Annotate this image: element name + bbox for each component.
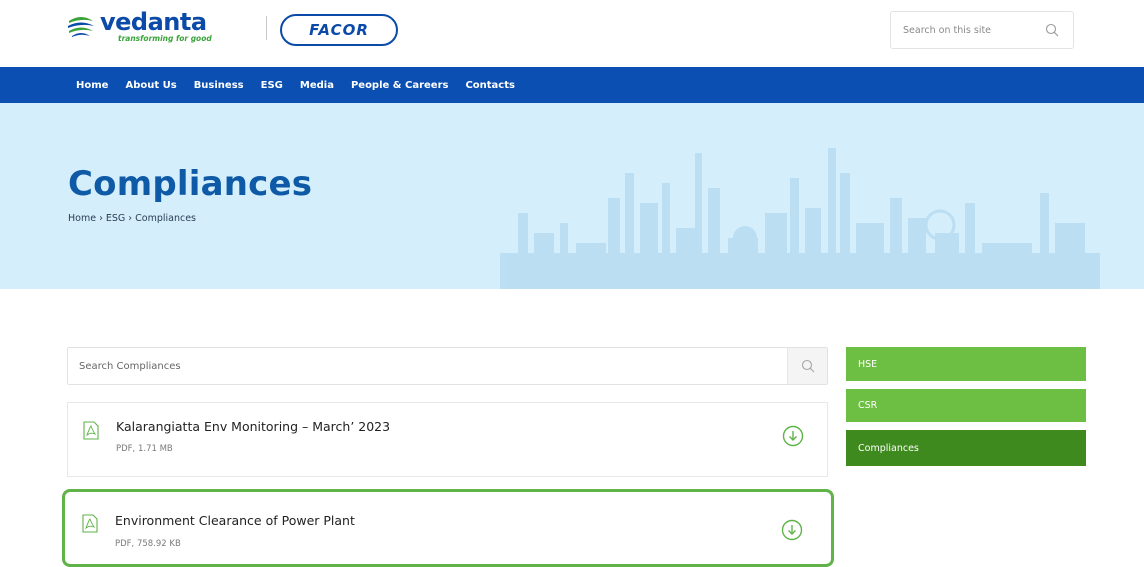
vedanta-leaf-icon [67, 12, 95, 41]
logo-divider [266, 16, 267, 40]
site-search-input[interactable] [903, 15, 1043, 45]
nav-item-contacts[interactable]: Contacts [465, 80, 515, 91]
sidebar-item-compliances[interactable]: Compliances [846, 430, 1086, 466]
document-row-divider [67, 469, 828, 477]
document-row[interactable]: Kalarangiatta Env Monitoring – March’ 20… [67, 402, 828, 470]
vedanta-logo[interactable]: vedanta transforming for good [66, 10, 212, 43]
main-nav: Home About Us Business ESG Media People … [0, 67, 1144, 103]
pdf-file-icon [83, 421, 99, 440]
download-icon[interactable] [781, 519, 803, 541]
compliance-search-button[interactable] [787, 348, 827, 384]
breadcrumb[interactable]: Home › ESG › Compliances [68, 213, 196, 224]
compliance-search-box [67, 347, 828, 385]
document-meta: PDF, 758.92 KB [115, 539, 181, 549]
search-icon[interactable] [1045, 23, 1059, 37]
compliance-search-input[interactable] [79, 351, 779, 381]
pdf-file-icon [82, 514, 98, 533]
industrial-skyline-illustration [500, 148, 1100, 289]
facor-logo[interactable]: FACOR [280, 14, 398, 46]
document-meta: PDF, 1.71 MB [116, 444, 173, 454]
nav-item-about-us[interactable]: About Us [125, 80, 176, 91]
sidebar-item-hse[interactable]: HSE [846, 347, 1086, 381]
search-icon [801, 359, 814, 373]
site-header: vedanta transforming for good FACOR [0, 0, 1144, 67]
document-title[interactable]: Kalarangiatta Env Monitoring – March’ 20… [116, 419, 390, 434]
nav-item-media[interactable]: Media [300, 80, 334, 91]
logo-wordmark: vedanta [100, 8, 207, 36]
document-title[interactable]: Environment Clearance of Power Plant [115, 513, 355, 528]
nav-item-people-careers[interactable]: People & Careers [351, 80, 449, 91]
document-row-highlighted[interactable]: Environment Clearance of Power Plant PDF… [62, 489, 834, 567]
page-banner: Compliances Home › ESG › Compliances [0, 103, 1144, 289]
logo-tagline: transforming for good [118, 34, 212, 43]
page-title: Compliances [68, 164, 313, 204]
nav-item-home[interactable]: Home [76, 80, 108, 91]
site-search-box [890, 11, 1074, 49]
sidebar-item-csr[interactable]: CSR [846, 389, 1086, 422]
nav-item-esg[interactable]: ESG [261, 80, 283, 91]
nav-item-business[interactable]: Business [194, 80, 244, 91]
download-icon[interactable] [782, 425, 804, 447]
facor-logo-text: FACOR [309, 21, 369, 39]
